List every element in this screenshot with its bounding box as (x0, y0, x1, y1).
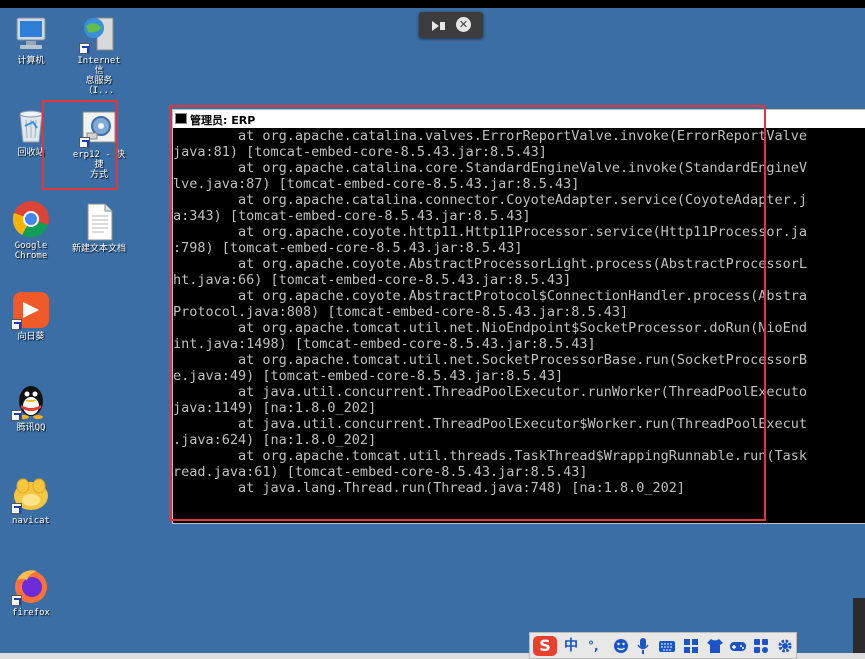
settings-gear-icon[interactable] (776, 637, 794, 655)
desktop-icon-new-text-doc[interactable]: 新建文本文档 (71, 202, 127, 254)
desktop-icon-label: 腾讯QQ (16, 423, 46, 433)
shortcut-arrow-icon (11, 319, 22, 330)
skin-shirt-icon[interactable] (706, 637, 724, 655)
shortcut-arrow-icon (11, 503, 22, 514)
emoji-icon[interactable] (612, 637, 630, 655)
red-highlight-box-console (169, 105, 766, 521)
toolbox-icon[interactable] (682, 637, 700, 655)
ime-punctuation-toggle[interactable]: °, (588, 637, 599, 655)
text-document-icon (79, 202, 119, 242)
gamepad-icon[interactable] (729, 637, 747, 655)
desktop-icon-sunflower[interactable]: 向日葵 (3, 290, 59, 342)
desktop-icon-label: 新建文本文档 (71, 244, 126, 254)
desktop-icon-firefox[interactable]: firefox (3, 566, 59, 618)
shortcut-arrow-icon (79, 43, 90, 54)
taskbar-strip (0, 653, 529, 659)
remote-session-bar[interactable]: ✕ (419, 12, 483, 38)
qq-penguin-icon (11, 381, 51, 421)
desktop-icon-chrome[interactable]: Google Chrome (3, 199, 59, 261)
firefox-icon (11, 566, 51, 606)
sogou-logo-icon[interactable]: S (533, 636, 557, 656)
shortcut-arrow-icon (11, 410, 22, 421)
ime-language-toggle[interactable]: 中 (564, 637, 578, 655)
window-edge (853, 598, 865, 653)
top-border (0, 0, 865, 8)
microphone-icon[interactable] (635, 637, 651, 655)
desktop-icon-qq[interactable]: 腾讯QQ (3, 381, 59, 433)
desktop-icon-label: 向日葵 (17, 332, 45, 342)
iis-icon (79, 14, 119, 54)
close-icon[interactable]: ✕ (456, 17, 471, 32)
desktop-icon-label: 计算机 (17, 56, 45, 66)
ime-toolbar[interactable]: S 中 °, (529, 632, 797, 659)
sunflower-remote-icon (11, 290, 51, 330)
apps-grid-icon[interactable] (752, 637, 770, 655)
taskbar-strip (797, 653, 865, 659)
desktop-icon-label: Google Chrome (14, 241, 48, 261)
desktop-icon-navicat[interactable]: navicat (3, 474, 59, 526)
computer-icon (11, 14, 51, 54)
keyboard-icon[interactable] (658, 637, 676, 655)
desktop-icon-iis[interactable]: Internet 信 息服务（I... (71, 14, 127, 96)
pin-icon[interactable] (431, 18, 447, 37)
navicat-icon (11, 474, 51, 514)
desktop-icon-label: Internet 信 息服务（I... (77, 56, 121, 96)
red-highlight-box-shortcut (42, 100, 118, 190)
desktop-icon-computer[interactable]: 计算机 (3, 14, 59, 66)
shortcut-arrow-icon (11, 595, 22, 606)
desktop-icon-label: navicat (12, 516, 50, 526)
desktop-icon-label: firefox (12, 608, 50, 618)
chrome-icon (11, 199, 51, 239)
